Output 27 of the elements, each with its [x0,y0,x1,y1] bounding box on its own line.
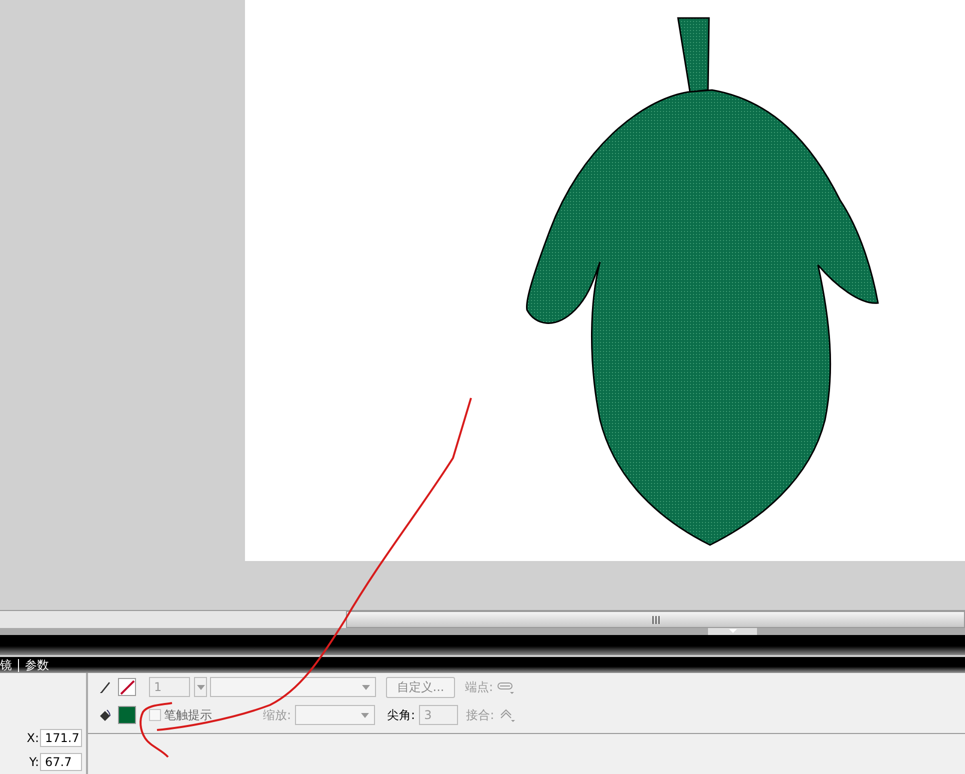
width-dropdown[interactable] [194,677,207,697]
panel-tab[interactable]: 镜 [0,656,18,674]
coordinate-label: X: [26,731,39,745]
cap-style-icon [497,680,516,694]
join-label: 接合: [466,706,494,724]
join-style-icon [498,708,516,722]
caret-icon [196,684,204,690]
collapse-button[interactable] [708,628,757,635]
cap-label: 端点: [465,678,494,696]
stroke-color-swatch[interactable] [118,678,136,696]
caret-icon [362,684,370,690]
coordinate-field[interactable]: 171.7 [40,729,82,747]
miter-label: 尖角: [387,706,416,724]
grip-icon [652,616,660,624]
coordinate-label: Y: [29,755,39,769]
scale-label: 缩放: [263,706,292,724]
scale-dropdown[interactable] [295,705,376,725]
stroke-style-dropdown[interactable] [210,677,376,697]
fill-color-swatch[interactable] [118,706,136,724]
pencil-icon [98,680,112,694]
panel-tab[interactable]: 参数 [25,656,55,674]
paint-bucket-icon [98,708,112,722]
scrollbar-thumb[interactable] [346,611,965,628]
checkbox-label: 笔触提示 [164,706,212,724]
coordinate-field[interactable]: 67.7 [40,753,82,771]
stroke-hint-checkbox[interactable] [149,709,161,721]
caret-icon [361,712,370,718]
